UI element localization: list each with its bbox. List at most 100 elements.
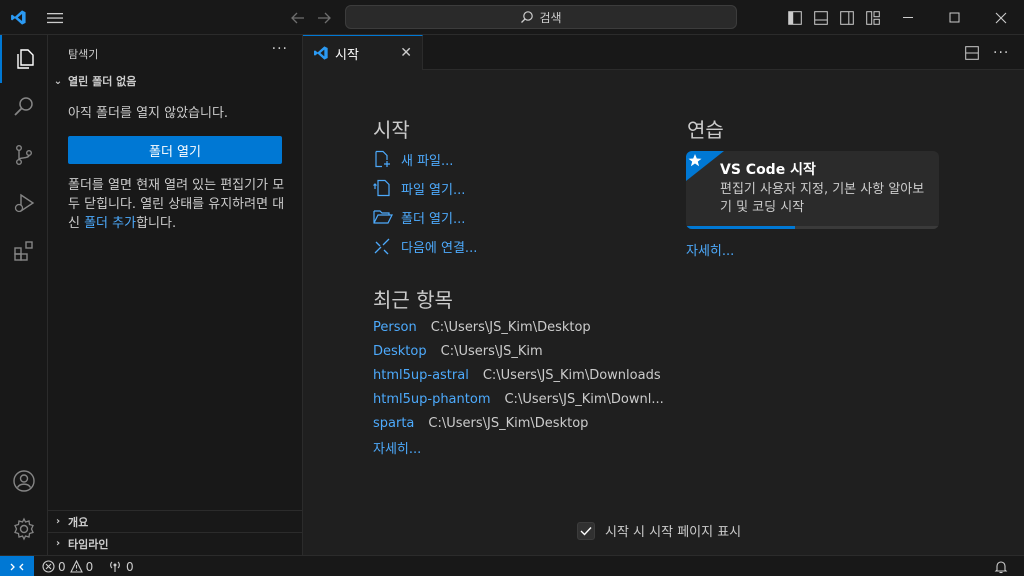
remote-connect-icon [373,237,401,255]
recent-name[interactable]: Person [373,320,417,335]
editor-more-actions-icon[interactable]: ··· [993,35,1009,70]
notifications-bell-icon[interactable] [994,556,1008,576]
walkthrough-heading: 연습 [687,118,724,142]
chevron-right-icon: › [55,516,61,527]
section-no-folder-label: 열린 폴더 없음 [68,75,137,88]
recent-more-label: 자세히... [373,441,422,457]
show-on-startup[interactable]: 시작 시 시작 페이지 표시 [577,521,741,540]
minimize-icon[interactable] [886,0,932,35]
star-badge-icon [686,151,724,181]
recent-item[interactable]: html5up-phantom C:\Users\JS_Kim\Downl... [373,389,664,409]
section-outline[interactable]: › 개요 [48,510,303,532]
connect-to-link[interactable]: 다음에 연결... [373,235,477,257]
recent-name[interactable]: html5up-phantom [373,392,490,407]
recent-path: C:\Users\JS_Kim [440,343,543,359]
connect-to-label: 다음에 연결... [401,240,478,256]
broadcast-icon [110,561,120,572]
recent-item[interactable]: Person C:\Users\JS_Kim\Desktop [373,317,591,337]
error-icon [42,560,55,573]
remote-indicator-icon[interactable] [0,556,34,576]
checkmark-icon [580,526,592,536]
explorer-sidebar: 탐색기 ··· ⌄ 열린 폴더 없음 아직 폴더를 열지 않았습니다. 폴더 열… [48,35,303,555]
toggle-panel-icon[interactable] [810,0,832,35]
walkthrough-more-label: 자세히... [686,243,735,259]
startup-checkbox[interactable] [577,521,595,540]
walkthrough-title: VS Code 시작 [720,162,816,178]
vscode-logo-icon [0,0,36,35]
recent-path: C:\Users\JS_Kim\Desktop [428,415,589,431]
vscode-tab-icon [314,46,328,60]
status-bar: 0 0 0 [0,555,1024,576]
recent-name[interactable]: Desktop [373,344,427,359]
recent-path: C:\Users\JS_Kim\Downloads [482,367,661,383]
recent-more-link[interactable]: 자세히... [373,437,435,457]
recent-item[interactable]: sparta C:\Users\JS_Kim\Desktop [373,413,588,433]
run-debug-icon[interactable] [0,179,48,227]
show-on-startup-label: 시작 시 시작 페이지 표시 [605,525,742,540]
section-timeline[interactable]: › 타임라인 [48,532,303,554]
title-bar: 검색 [0,0,1024,35]
walkthrough-description: 편집기 사용자 지정, 기본 사항 알아보기 및 코딩 시작 [720,182,925,215]
new-file-icon [373,150,401,168]
warning-icon [69,560,83,573]
search-view-icon[interactable] [0,83,48,131]
open-file-icon [373,179,401,197]
error-count: 0 [58,559,66,574]
walkthrough-progress-fill [686,226,795,229]
source-control-icon[interactable] [0,131,48,179]
no-folder-message: 아직 폴더를 열지 않았습니다. [68,106,229,121]
close-tab-icon[interactable]: ✕ [400,45,412,61]
recent-name[interactable]: html5up-astral [373,368,469,383]
extensions-icon[interactable] [0,227,48,275]
manage-gear-icon[interactable] [0,505,48,553]
recent-path: C:\Users\JS_Kim\Downl... [504,391,664,407]
split-editor-icon[interactable] [965,35,979,70]
customize-layout-icon[interactable] [862,0,884,35]
activity-bar [0,35,48,555]
open-folder-icon [373,209,401,225]
maximize-icon[interactable] [932,0,978,35]
walkthrough-card[interactable]: VS Code 시작 편집기 사용자 지정, 기본 사항 알아보기 및 코딩 시… [686,151,939,229]
section-outline-label: 개요 [68,515,89,529]
search-label: 검색 [539,10,562,25]
welcome-page: 시작 새 파일... 파일 열기... 폴더 열기... 다음에 연결... 최… [303,70,1024,555]
problems-status[interactable]: 0 0 [42,556,93,576]
open-folder-label: 폴더 열기... [401,211,466,227]
section-no-folder[interactable]: ⌄ 열린 폴더 없음 [48,70,303,92]
open-folder-info: 폴더를 열면 현재 열려 있는 편집기가 모두 닫힙니다. 열린 상태를 유지하… [68,176,288,233]
add-folder-link[interactable]: 폴더 추가 [84,216,136,231]
open-file-link[interactable]: 파일 열기... [373,177,465,199]
open-folder-link[interactable]: 폴더 열기... [373,206,465,228]
toggle-secondary-sidebar-icon[interactable] [836,0,858,35]
open-folder-button[interactable]: 폴더 열기 [68,136,282,164]
account-icon[interactable] [0,457,48,505]
command-center-search[interactable]: 검색 [345,5,737,29]
search-icon [521,11,534,23]
walkthrough-more-link[interactable]: 자세히... [686,239,748,259]
open-file-label: 파일 열기... [401,182,466,198]
ports-count: 0 [126,559,134,574]
recent-item[interactable]: Desktop C:\Users\JS_Kim [373,341,543,361]
sidebar-title: 탐색기 [68,48,99,61]
back-arrow-icon[interactable] [286,0,310,35]
menu-icon[interactable] [40,0,70,35]
warning-count: 0 [85,559,94,574]
editor-tab-bar: 시작 ✕ ··· [303,35,1024,70]
tab-welcome[interactable]: 시작 ✕ [303,35,423,70]
recent-item[interactable]: html5up-astral C:\Users\JS_Kim\Downloads [373,365,661,385]
tab-label: 시작 [335,47,359,63]
explorer-icon[interactable] [0,35,48,83]
more-actions-icon[interactable]: ··· [272,41,288,57]
ports-status[interactable]: 0 [108,556,134,576]
walkthrough-progress [686,226,939,229]
toggle-primary-sidebar-icon[interactable] [784,0,806,35]
close-window-icon[interactable] [978,0,1024,35]
recent-path: C:\Users\JS_Kim\Desktop [430,319,591,335]
chevron-down-icon: ⌄ [53,75,63,87]
recent-name[interactable]: sparta [373,416,414,431]
recent-heading: 최근 항목 [373,288,453,312]
forward-arrow-icon[interactable] [312,0,336,35]
section-timeline-label: 타임라인 [68,537,109,551]
new-file-link[interactable]: 새 파일... [373,148,453,170]
chevron-right-icon: › [55,538,61,549]
